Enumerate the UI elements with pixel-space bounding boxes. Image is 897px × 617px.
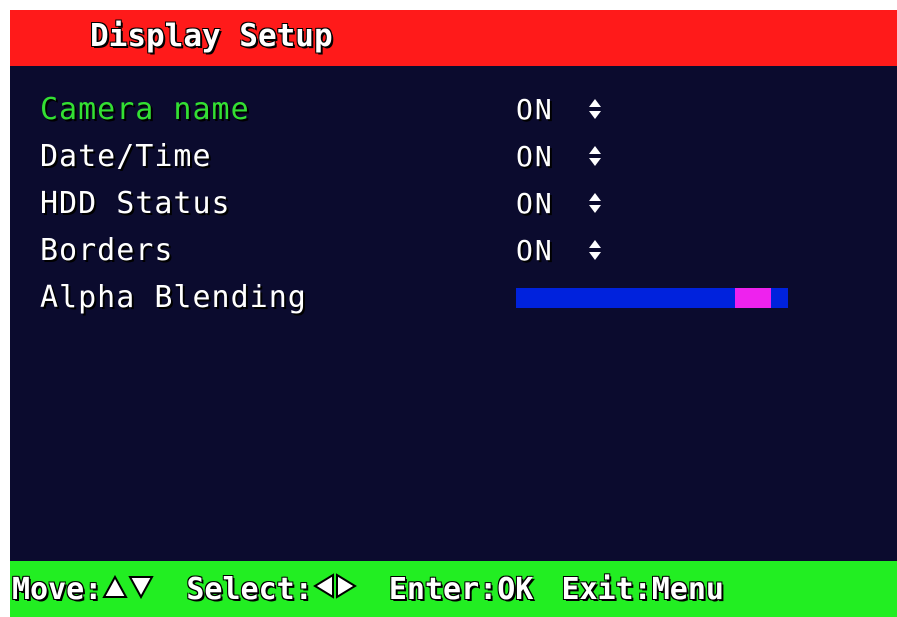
menu-item-label: Date/Time [40, 139, 212, 174]
menu-item-label: Alpha Blending [40, 280, 307, 315]
updown-icon[interactable] [588, 239, 602, 261]
footer-help-text: Move: Select: Enter:OK Exit:Menu [12, 567, 724, 612]
menu-item-label: HDD Status [40, 186, 231, 221]
alpha-blending-slider[interactable] [516, 288, 788, 308]
slider-handle[interactable] [735, 288, 771, 308]
updown-icon[interactable] [588, 98, 602, 120]
exit-label: Exit:Menu [561, 571, 724, 607]
move-label: Move: [12, 571, 103, 607]
menu-item-borders[interactable]: Borders ON [10, 229, 897, 273]
right-triangle-icon [335, 568, 357, 612]
menu-item-value[interactable]: ON [516, 229, 554, 273]
menu-item-label: Camera name [40, 92, 250, 127]
menu-item-camera-name[interactable]: Camera name ON [10, 88, 897, 132]
menu-item-date-time[interactable]: Date/Time ON [10, 135, 897, 179]
enter-label: Enter:OK [388, 571, 534, 607]
updown-icon[interactable] [588, 145, 602, 167]
menu-item-value[interactable]: ON [516, 182, 554, 226]
select-label: Select: [186, 571, 313, 607]
menu-item-value[interactable]: ON [516, 88, 554, 132]
updown-icon[interactable] [588, 192, 602, 214]
menu-item-label: Borders [40, 233, 174, 268]
down-triangle-icon [128, 568, 155, 612]
left-triangle-icon [312, 568, 335, 612]
menu-item-value[interactable]: ON [516, 135, 554, 179]
menu-item-hdd-status[interactable]: HDD Status ON [10, 182, 897, 226]
footer-help-bar: Move: Select: Enter:OK Exit:Menu [10, 561, 897, 617]
page-title: Display Setup [90, 18, 333, 54]
osd-screen: Display Setup Camera name ON Date/Time O… [10, 10, 897, 617]
up-triangle-icon [102, 568, 129, 612]
menu-item-alpha-blending[interactable]: Alpha Blending [10, 276, 897, 320]
header-bar: Display Setup [10, 10, 897, 66]
